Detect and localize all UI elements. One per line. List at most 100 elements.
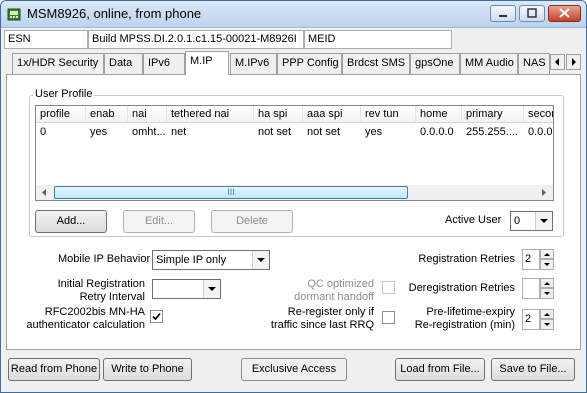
spin-up-button[interactable] (540, 278, 554, 288)
esn-field: ESN (4, 30, 88, 49)
arrow-up-icon (544, 282, 550, 285)
arrow-down-icon (544, 263, 550, 266)
tab-ppp-config[interactable]: PPP Config (277, 53, 342, 74)
spin-down-button[interactable] (540, 319, 554, 330)
init-reg-label-2: Retry Interval (79, 291, 145, 303)
chevron-down-icon (203, 280, 220, 298)
tab-nas[interactable]: NAS (518, 53, 550, 74)
spin-up-button[interactable] (540, 249, 554, 259)
delete-button[interactable]: Delete (211, 210, 293, 233)
qc-optimized-label-1: QC optimized (307, 278, 374, 290)
column-header[interactable]: rev tun (361, 106, 416, 123)
read-from-phone-button[interactable]: Read from Phone (8, 358, 100, 381)
build-field: Build MPSS.DI.2.0.1.c1.15-00021-M8926I (88, 30, 304, 49)
scroll-left-button[interactable] (37, 186, 52, 199)
arrow-up-icon (544, 313, 550, 316)
table-cell: yes (90, 126, 108, 138)
column-header[interactable]: enab (86, 106, 128, 123)
tab-mip[interactable]: M.IP (185, 51, 229, 75)
main-window: MSM8926, online, from phone ESN Build MP… (0, 0, 587, 393)
minimize-button[interactable] (490, 5, 516, 22)
column-header[interactable]: secon (524, 106, 553, 123)
table-cell: not set (258, 126, 292, 138)
chevron-down-icon (252, 251, 269, 269)
init-reg-retry-select[interactable] (152, 279, 221, 299)
arrow-left-icon (42, 189, 46, 196)
table-cell: omht... (132, 126, 166, 138)
mip-behavior-select[interactable]: Simple IP only (152, 250, 270, 270)
table-cell: net (171, 126, 187, 138)
chevron-down-icon (535, 212, 552, 230)
tab-data[interactable]: Data (104, 53, 143, 74)
close-button[interactable] (548, 5, 581, 22)
arrow-down-icon (544, 323, 550, 326)
maximize-button[interactable] (519, 5, 545, 22)
rfc2002bis-label-1: RFC2002bis MN-HA (44, 306, 145, 318)
column-header[interactable]: aaa spi (303, 106, 361, 123)
write-to-phone-button[interactable]: Write to Phone (103, 358, 192, 381)
column-header[interactable]: nai (128, 106, 167, 123)
prelifetime-spinner[interactable]: 2 (522, 309, 554, 330)
reg-retries-spinner[interactable]: 2 (522, 249, 554, 270)
active-user-select[interactable]: 0 (510, 211, 553, 231)
add-button[interactable]: Add... (35, 210, 107, 233)
table-cell: 0.0.0. (528, 126, 554, 138)
checkmark-icon (152, 312, 161, 321)
table-cell: yes (365, 126, 383, 138)
column-header[interactable]: primary (462, 106, 524, 123)
tab-brdcst-sms[interactable]: Brdcst SMS (342, 53, 410, 74)
arrow-right-icon (542, 189, 546, 196)
column-header[interactable]: home (416, 106, 462, 123)
qc-optimized-label-2: dormant handoff (294, 291, 374, 303)
active-user-value: 0 (514, 215, 521, 227)
arrow-right-icon (572, 58, 576, 66)
title-bar: MSM8926, online, from phone (1, 1, 586, 28)
tab-gpsone[interactable]: gpsOne (410, 53, 460, 74)
dereg-retries-label: Deregistration Retries (408, 282, 515, 294)
table-cell: not set (307, 126, 341, 138)
arrow-left-icon (555, 58, 559, 66)
table-cell: 0 (40, 126, 47, 138)
spin-down-button[interactable] (540, 259, 554, 270)
mip-behavior-label: Mobile IP Behavior (58, 253, 151, 265)
meid-field: MEID (304, 30, 452, 49)
column-header[interactable]: ha spi (254, 106, 303, 123)
dereg-retries-spinner[interactable] (522, 278, 554, 299)
tab-scroll-right-button[interactable] (566, 54, 581, 70)
rfc2002bis-checkbox[interactable] (150, 310, 163, 323)
table-cell: 255.255.... (466, 126, 518, 138)
spin-down-button[interactable] (540, 288, 554, 299)
arrow-up-icon (544, 253, 550, 256)
reregister-checkbox[interactable] (382, 311, 395, 324)
reg-retries-value[interactable]: 2 (522, 249, 540, 270)
tab-mm-audio[interactable]: MM Audio (460, 53, 518, 74)
load-from-file-button[interactable]: Load from File... (395, 358, 485, 381)
tab-1x-hdr-security[interactable]: 1x/HDR Security (12, 53, 104, 74)
prelifetime-value[interactable]: 2 (522, 309, 540, 330)
tab-mipv6[interactable]: M.IPv6 (230, 53, 277, 74)
phone-app-icon (7, 8, 21, 21)
mip-behavior-value: Simple IP only (156, 254, 227, 266)
close-icon (559, 8, 570, 18)
user-profile-table[interactable]: profile enab nai tethered nai ha spi aaa… (35, 105, 554, 201)
column-header[interactable]: tethered nai (167, 106, 254, 123)
edit-button[interactable]: Edit... (123, 210, 195, 233)
scroll-thumb[interactable]: III (54, 186, 408, 199)
tab-ipv6[interactable]: IPv6 (143, 53, 185, 74)
prelifetime-label-1: Pre-lifetime-expiry (426, 306, 515, 318)
table-cell: 0.0.0.0 (420, 126, 454, 138)
spin-up-button[interactable] (540, 309, 554, 319)
column-header[interactable]: profile (36, 106, 86, 123)
init-reg-label-1: Initial Registration (57, 278, 145, 290)
tab-scroll-left-button[interactable] (550, 54, 565, 70)
reregister-label-2: traffic since last RRQ (270, 319, 374, 331)
save-to-file-button[interactable]: Save to File... (491, 358, 575, 381)
exclusive-access-toggle[interactable]: Exclusive Access (241, 358, 347, 381)
maximize-icon (527, 8, 537, 18)
user-profile-group-label: User Profile (33, 88, 95, 100)
scroll-right-button[interactable] (536, 186, 551, 199)
dereg-retries-value[interactable] (522, 278, 540, 299)
active-user-label: Active User (445, 214, 502, 226)
reregister-label-1: Re-register only if (287, 306, 374, 318)
horizontal-scrollbar[interactable]: III (36, 185, 553, 200)
